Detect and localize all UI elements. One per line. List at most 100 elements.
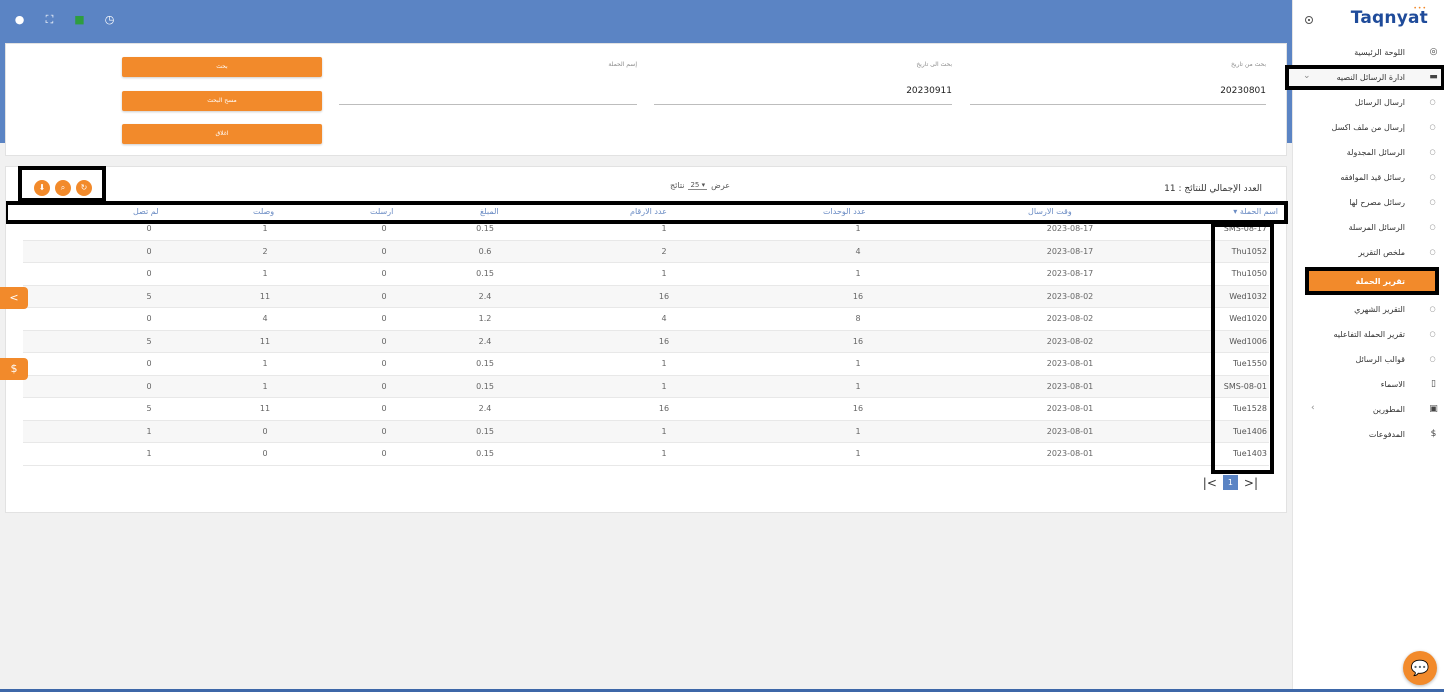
to-date-value[interactable]: 20230911 (906, 86, 952, 96)
col-amount[interactable]: المبلغ (480, 207, 499, 216)
sidebar-item-8[interactable]: ملخص التقرير ○ (1293, 240, 1444, 265)
bullet-icon: ○ (1429, 198, 1436, 206)
cell-sent: 0 (381, 314, 387, 323)
code-icon: ▣ (1429, 404, 1438, 414)
from-date-field[interactable]: بحث من تاريخ 20230801 (970, 58, 1266, 105)
cell-failed: 0 (146, 224, 152, 233)
col-sent[interactable]: ارسلت (370, 207, 393, 216)
messages-icon: ▬ (1429, 72, 1438, 82)
sidebar-item-3[interactable]: إرسال من ملف اكسل ○ (1293, 115, 1444, 140)
cell-sent: 0 (381, 381, 387, 391)
sidebar-toggle-icon[interactable] (1305, 16, 1313, 24)
sidebar-item-14[interactable]: المطورين ▣ ‹ (1293, 397, 1444, 422)
table-row[interactable]: Tue1403 2023-08-01 1 1 0.15 0 0 1 (23, 443, 1269, 466)
sidebar-item-13[interactable]: الاسماء ▯ (1293, 372, 1444, 397)
from-date-label: بحث من تاريخ (1231, 61, 1266, 68)
user-circle-icon[interactable]: ● (13, 13, 26, 26)
sidebar-item-label: اللوحة الرئيسية (1354, 48, 1405, 57)
sidebar-item-4[interactable]: الرسائل المجدولة ○ (1293, 140, 1444, 165)
to-date-field[interactable]: بحث الى تاريخ 20230911 (654, 58, 952, 105)
cell-amount: 0.15 (476, 426, 494, 436)
bullet-icon: ○ (1429, 305, 1436, 313)
clear-search-button[interactable]: مسح البحث (122, 91, 322, 111)
col-send-time[interactable]: وقت الارسال (1028, 207, 1072, 216)
table-row[interactable]: Wed1020 2023-08-02 8 4 1.2 0 4 0 (23, 308, 1269, 331)
cell-failed: 5 (146, 336, 152, 346)
chevron-down-icon: ⌄ (1303, 71, 1311, 81)
from-date-value[interactable]: 20230801 (1220, 86, 1266, 96)
clock-icon[interactable]: ◷ (103, 13, 116, 26)
col-numbers[interactable]: عدد الارقام (630, 207, 667, 216)
cell-sent: 0 (381, 291, 387, 301)
col-campaign-name[interactable]: ▾ اسم الحملة (1233, 207, 1278, 216)
table-row[interactable]: Thu1050 2023-08-17 1 1 0.15 0 1 0 (23, 263, 1269, 286)
cell-sent: 0 (381, 449, 387, 458)
to-date-label: بحث الى تاريخ (916, 61, 952, 68)
per-page-select[interactable]: 25 ▾ (688, 181, 708, 190)
sidebar: ••• Taqnyat اللوحة الرئيسية ◎ ادارة الرسائ… (1285, 0, 1444, 692)
name-column-highlight (1211, 223, 1274, 474)
cell-amount: 0.15 (476, 224, 494, 233)
logo[interactable]: Taqnyat (1351, 8, 1428, 28)
cell-amount: 2.4 (478, 291, 492, 301)
sidebar-item-label: ارسال الرسائل (1354, 98, 1405, 107)
cell-amount: 2.4 (478, 404, 492, 413)
sidebar-item-7[interactable]: الرسائل المرسلة ○ (1293, 215, 1444, 240)
cell-time: 2023-08-01 (1046, 449, 1094, 458)
cell-units: 1 (855, 224, 861, 233)
cell-time: 2023-08-01 (1046, 426, 1094, 436)
cell-failed: 0 (146, 381, 152, 391)
table-row[interactable]: Wed1006 2023-08-02 16 16 2.4 0 11 5 (23, 330, 1269, 353)
sidebar-item-5[interactable]: رسائل قيد الموافقه ○ (1293, 165, 1444, 190)
cell-delivered: 11 (259, 336, 271, 346)
cell-units: 1 (855, 426, 861, 436)
search-icon[interactable]: ⌕ (55, 180, 71, 196)
sidebar-item-12[interactable]: قوالب الرسائل ○ (1293, 347, 1444, 372)
sidebar-item-6[interactable]: رسائل مصرح لها ○ (1293, 190, 1444, 215)
cell-units: 8 (855, 314, 861, 323)
col-units[interactable]: عدد الوحدات (823, 207, 866, 216)
current-page[interactable]: 1 (1222, 475, 1238, 490)
sidebar-item-0[interactable]: اللوحة الرئيسية ◎ (1293, 40, 1444, 65)
last-page-button[interactable]: >| (1244, 476, 1258, 490)
table-row[interactable]: SMS-08-17 2023-08-17 1 1 0.15 0 1 0 (23, 218, 1269, 241)
cell-time: 2023-08-17 (1046, 224, 1094, 233)
sidebar-item-9[interactable]: تقرير الحملة (1293, 265, 1444, 297)
cell-failed: 5 (146, 291, 152, 301)
flag-icon[interactable]: ■ (73, 13, 86, 26)
cell-time: 2023-08-01 (1046, 381, 1094, 391)
table-row[interactable]: Tue1550 2023-08-01 1 1 0.15 0 1 0 (23, 353, 1269, 376)
table-row[interactable]: Thu1052 2023-08-17 4 2 0.6 0 2 0 (23, 240, 1269, 263)
sidebar-item-1[interactable]: ادارة الرسائل النصيه ▬ ⌄ (1285, 65, 1444, 90)
col-delivered[interactable]: وصلت (253, 207, 274, 216)
sidebar-item-10[interactable]: التقرير الشهري ○ (1293, 297, 1444, 322)
cell-amount: 0.15 (476, 449, 494, 458)
table-row[interactable]: Tue1528 2023-08-01 16 16 2.4 0 11 5 (23, 398, 1269, 421)
chat-icon[interactable]: 💬 (1403, 651, 1437, 685)
close-button[interactable]: اغلاق (122, 124, 322, 144)
refresh-icon[interactable]: ↻ (76, 180, 92, 196)
cell-delivered: 2 (262, 246, 268, 256)
cell-numbers: 16 (658, 404, 670, 413)
dollar-icon[interactable]: $ (0, 358, 28, 380)
campaign-name-field[interactable]: إسم الحملة (339, 58, 637, 105)
sidebar-item-11[interactable]: تقرير الحملة التفاعليه ○ (1293, 322, 1444, 347)
sidebar-item-2[interactable]: ارسال الرسائل ○ (1293, 90, 1444, 115)
share-icon[interactable]: < (0, 287, 28, 309)
fullscreen-icon[interactable]: ⛶ (43, 13, 56, 26)
cell-delivered: 11 (259, 291, 271, 301)
sidebar-nav: اللوحة الرئيسية ◎ ادارة الرسائل النصيه ▬ ⌄ ار… (1285, 40, 1444, 447)
table-row[interactable]: SMS-08-01 2023-08-01 1 1 0.15 0 1 0 (23, 375, 1269, 398)
table-row[interactable]: Wed1032 2023-08-02 16 16 2.4 0 11 5 (23, 285, 1269, 308)
search-button[interactable]: بحث (122, 57, 322, 77)
table-row[interactable]: Tue1406 2023-08-01 1 1 0.15 0 0 1 (23, 420, 1269, 443)
per-page-selector[interactable]: نتائج 25 ▾ عرض (670, 181, 730, 190)
col-failed[interactable]: لم تصل (133, 207, 159, 216)
sidebar-item-15[interactable]: المدفوعات $ (1293, 422, 1444, 447)
first-page-button[interactable]: |< (1203, 476, 1217, 490)
cell-failed: 0 (146, 359, 152, 368)
cell-amount: 2.4 (478, 336, 492, 346)
download-icon[interactable]: ⬇ (34, 180, 50, 196)
dashboard-icon: ◎ (1429, 47, 1438, 57)
cell-units: 1 (855, 449, 861, 458)
